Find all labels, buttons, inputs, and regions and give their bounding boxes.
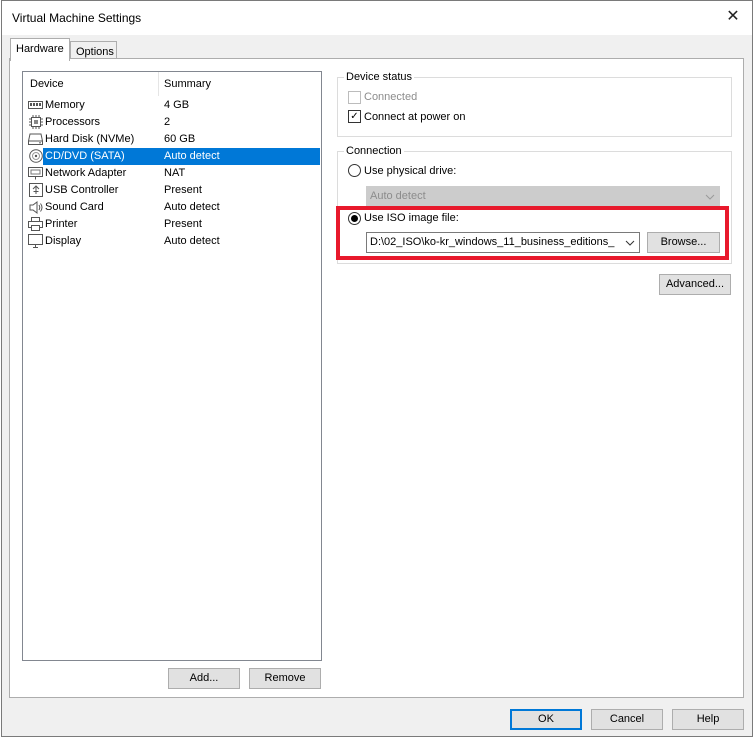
device-list-header: Device Summary — [23, 72, 321, 96]
use-physical-drive-radio[interactable] — [348, 164, 361, 177]
device-summary: Present — [164, 184, 202, 196]
hard-disk-icon — [28, 132, 43, 146]
network-adapter-icon — [28, 166, 43, 180]
tab-hardware-label: Hardware — [16, 43, 64, 55]
cancel-button[interactable]: Cancel — [591, 709, 663, 730]
ok-button[interactable]: OK — [510, 709, 582, 730]
device-row-cd-dvd[interactable]: CD/DVD (SATA) Auto detect — [23, 148, 321, 165]
device-row-network-adapter[interactable]: Network Adapter NAT — [23, 165, 321, 182]
device-name: Processors — [45, 116, 101, 128]
help-button[interactable]: Help — [672, 709, 744, 730]
device-summary: 60 GB — [164, 133, 196, 145]
connected-label: Connected — [364, 91, 418, 103]
device-name: Display — [45, 235, 82, 247]
chevron-down-icon — [703, 187, 717, 206]
usb-icon — [28, 183, 43, 197]
device-summary: Present — [164, 218, 202, 230]
add-button[interactable]: Add... — [168, 668, 240, 689]
connected-checkbox[interactable] — [348, 91, 361, 104]
device-summary: Auto detect — [164, 150, 220, 162]
column-summary[interactable]: Summary — [164, 78, 211, 90]
advanced-button[interactable]: Advanced... — [659, 274, 731, 295]
printer-icon — [28, 217, 43, 231]
column-device[interactable]: Device — [30, 78, 64, 90]
device-row-hard-disk[interactable]: Hard Disk (NVMe) 60 GB — [23, 131, 321, 148]
device-row-usb-controller[interactable]: USB Controller Present — [23, 182, 321, 199]
display-icon — [28, 234, 43, 248]
device-name: Network Adapter — [45, 167, 127, 179]
device-summary: NAT — [164, 167, 186, 179]
device-summary: 2 — [164, 116, 171, 128]
device-row-display[interactable]: Display Auto detect — [23, 233, 321, 250]
checkmark-icon: ✓ — [350, 111, 359, 122]
device-name: CD/DVD (SATA) — [45, 150, 125, 162]
remove-button[interactable]: Remove — [249, 668, 321, 689]
physical-drive-value: Auto detect — [370, 190, 426, 202]
device-list[interactable]: Device Summary Memory 4 GB Processors 2 … — [22, 71, 322, 661]
device-row-processors[interactable]: Processors 2 — [23, 114, 321, 131]
memory-icon — [28, 98, 43, 112]
device-name: Hard Disk (NVMe) — [45, 133, 135, 145]
device-name: Printer — [45, 218, 78, 230]
connect-at-power-on-label: Connect at power on — [364, 111, 466, 123]
device-status-group: Device status — [337, 71, 732, 137]
tab-options-label: Options — [76, 46, 114, 58]
title-bar: Virtual Machine Settings ✕ — [2, 1, 752, 35]
connect-at-power-on-checkbox[interactable]: ✓ — [348, 110, 361, 123]
annotation-highlight-box — [336, 206, 729, 260]
device-name: Memory — [45, 99, 85, 111]
column-separator[interactable] — [158, 72, 159, 96]
close-icon[interactable]: ✕ — [722, 5, 744, 27]
device-row-memory[interactable]: Memory 4 GB — [23, 97, 321, 114]
device-summary: Auto detect — [164, 201, 220, 213]
device-status-title: Device status — [344, 71, 415, 83]
device-row-sound-card[interactable]: Sound Card Auto detect — [23, 199, 321, 216]
connection-title: Connection — [344, 145, 404, 157]
tab-hardware[interactable]: Hardware — [10, 38, 70, 61]
device-summary: 4 GB — [164, 99, 190, 111]
sound-card-icon — [28, 200, 43, 214]
processor-icon — [28, 115, 43, 129]
physical-drive-select[interactable]: Auto detect — [366, 186, 720, 207]
window-title: Virtual Machine Settings — [12, 11, 142, 25]
device-row-printer[interactable]: Printer Present — [23, 216, 321, 233]
device-name: Sound Card — [45, 201, 104, 213]
device-name: USB Controller — [45, 184, 119, 196]
use-physical-drive-label: Use physical drive: — [364, 165, 457, 177]
cd-dvd-icon — [28, 149, 43, 163]
device-summary: Auto detect — [164, 235, 220, 247]
